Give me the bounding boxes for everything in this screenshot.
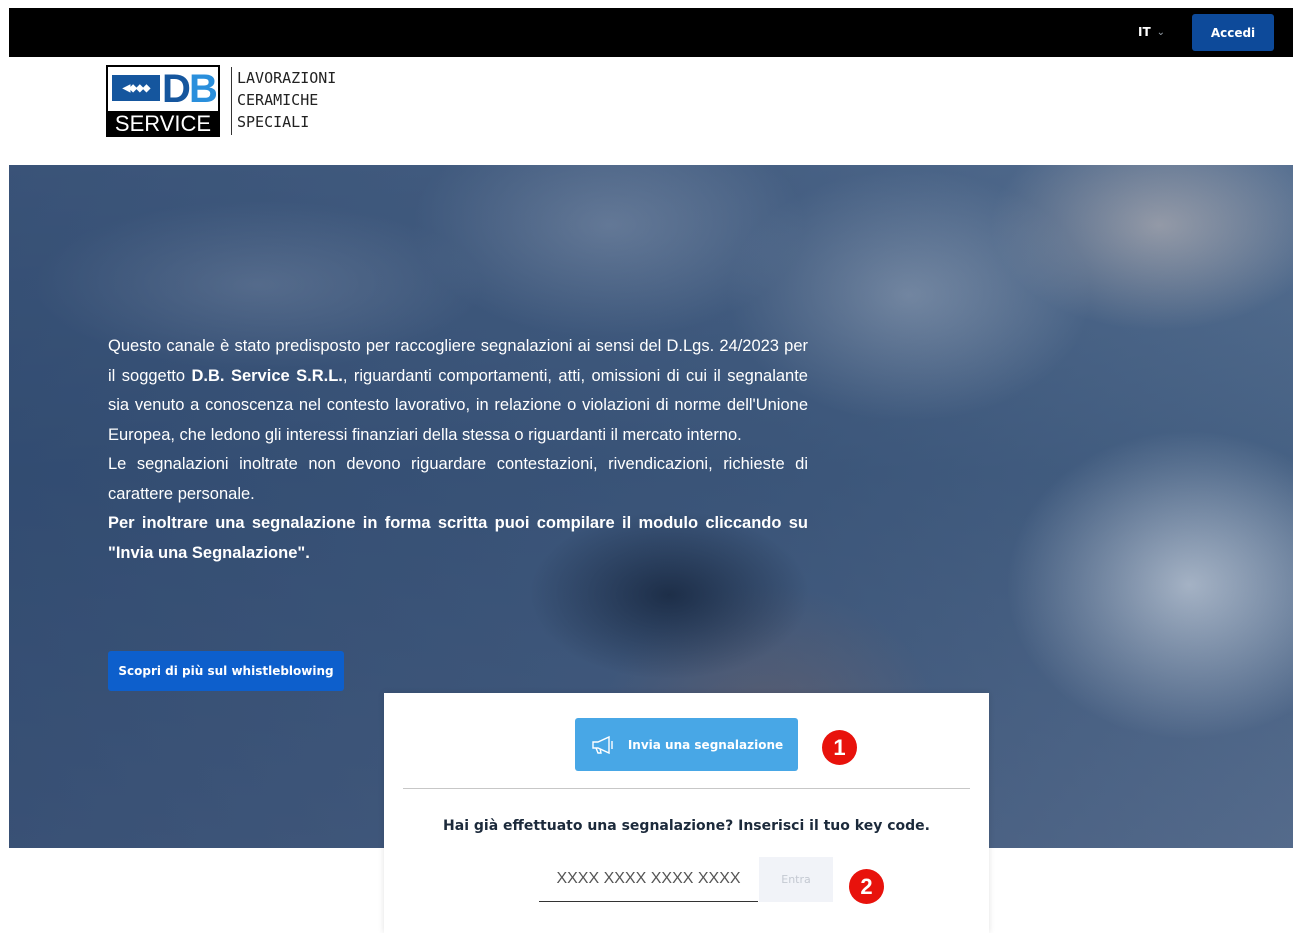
annotation-badge-1: 1 <box>822 730 857 765</box>
send-report-label: Invia una segnalazione <box>627 737 784 752</box>
keycode-input[interactable] <box>539 857 758 902</box>
hero-note: Le segnalazioni inoltrate non devono rig… <box>108 455 808 503</box>
learn-more-button[interactable]: Scopri di più sul whistleblowing <box>108 651 344 691</box>
logo-arrow-icon: ◀◆◆◆ <box>112 75 160 101</box>
logo-tagline-line: LAVORAZIONI <box>237 69 337 87</box>
logo-letter-d: D <box>162 67 191 111</box>
language-selector[interactable]: IT ⌄ <box>1138 25 1165 39</box>
card-divider <box>403 788 970 789</box>
logo-divider <box>231 67 232 135</box>
keycode-question: Hai già effettuato una segnalazione? Ins… <box>443 818 930 834</box>
send-report-button[interactable]: Invia una segnalazione <box>575 718 798 771</box>
logo-tagline: LAVORAZIONI CERAMICHE SPECIALI <box>237 67 336 133</box>
chevron-down-icon: ⌄ <box>1156 26 1166 38</box>
logo-tagline-line: CERAMICHE <box>237 91 319 109</box>
hero-cta-text: Per inoltrare una segnalazione in forma … <box>108 514 808 562</box>
report-card: Invia una segnalazione Hai già effettuat… <box>384 693 989 933</box>
hero-description: Questo canale è stato predisposto per ra… <box>108 332 808 568</box>
annotation-badge-2: 2 <box>849 869 884 904</box>
logo-tagline-line: SPECIALI <box>237 113 310 131</box>
logo-letter-b: B <box>189 67 218 111</box>
logo-service-text: SERVICE <box>114 111 212 136</box>
enter-button[interactable]: Entra <box>759 857 833 902</box>
megaphone-icon <box>592 735 613 754</box>
login-button[interactable]: Accedi <box>1192 14 1274 51</box>
language-label: IT <box>1138 25 1151 39</box>
company-name: D.B. Service S.R.L. <box>191 366 343 385</box>
hero-intro: Questo canale è stato predisposto per ra… <box>108 332 808 450</box>
top-bar <box>9 8 1293 57</box>
company-logo: ◀◆◆◆ D B SERVICE <box>106 65 220 137</box>
